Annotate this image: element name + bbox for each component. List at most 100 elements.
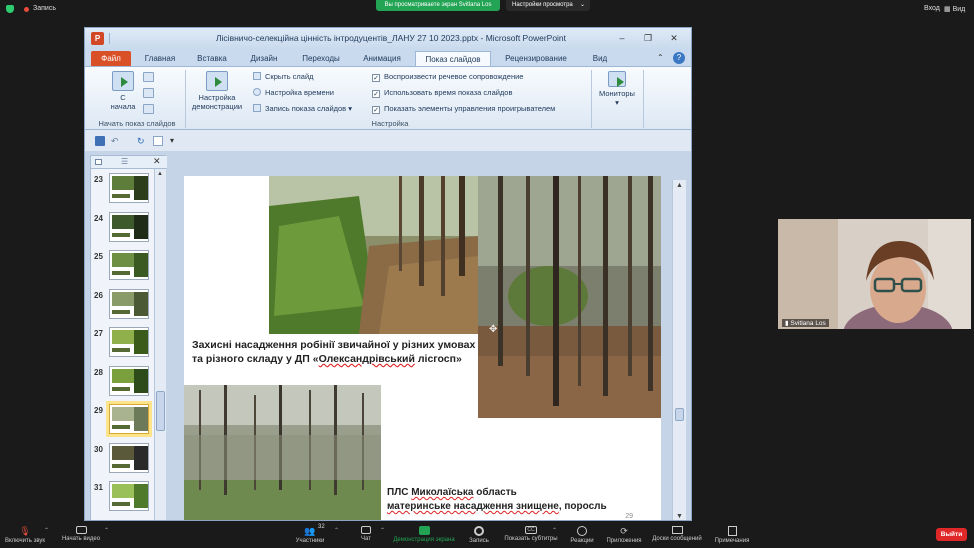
apps-button[interactable]: ⟳ Приложения bbox=[604, 522, 644, 548]
play-narrations-checkbox[interactable]: ✓ Воспроизвести речевое сопровождение bbox=[372, 72, 523, 82]
maximize-icon[interactable]: ❐ bbox=[641, 32, 655, 44]
slide-thumbnail[interactable] bbox=[109, 442, 149, 473]
scroll-thumb[interactable] bbox=[675, 408, 684, 421]
login-button[interactable]: Вход bbox=[924, 5, 940, 12]
collapse-ribbon-icon[interactable]: ⌃ bbox=[657, 53, 664, 62]
slide-thumbnail[interactable] bbox=[109, 327, 149, 357]
captions-button[interactable]: CC Показать субтитры bbox=[500, 522, 562, 548]
slides-tab-icon[interactable] bbox=[95, 159, 102, 165]
scroll-down-icon[interactable]: ▼ bbox=[676, 513, 683, 520]
notes-button[interactable]: Примечания bbox=[712, 522, 752, 548]
thumbnail-number: 30 bbox=[94, 444, 103, 454]
monitors-button[interactable]: Мониторы ▾ bbox=[593, 71, 641, 107]
view-button-label: Вид bbox=[952, 6, 966, 13]
leave-button[interactable]: Выйти bbox=[936, 528, 967, 541]
tab-home[interactable]: Главная bbox=[139, 51, 181, 66]
tab-insert[interactable]: Вставка bbox=[191, 51, 233, 66]
thumbnail-number: 26 bbox=[94, 290, 103, 300]
audio-options-chevron-icon[interactable]: ⌃ bbox=[44, 527, 49, 534]
share-screen-button[interactable]: Демонстрация экрана bbox=[390, 522, 458, 548]
participant-video-tile[interactable]: ▮ Svitlana Los bbox=[778, 219, 971, 329]
scroll-thumb[interactable] bbox=[156, 391, 165, 431]
setup-show-button[interactable]: Настройка демонстрации bbox=[187, 71, 247, 111]
tab-design[interactable]: Дизайн bbox=[243, 51, 285, 66]
thumbnail-number: 23 bbox=[94, 175, 103, 184]
title-bar: P Лісівничо-селекційна цінність інтродуц… bbox=[85, 28, 691, 49]
thumbnail-scrollbar[interactable]: ▲ bbox=[154, 169, 166, 520]
view-button[interactable]: ▦ Вид bbox=[944, 5, 965, 13]
panel-header: ☰ ✕ bbox=[91, 156, 167, 169]
tab-slide-show[interactable]: Показ слайдов bbox=[415, 51, 491, 66]
repeat-icon[interactable]: ↻ bbox=[137, 136, 147, 146]
video-off-icon bbox=[75, 526, 87, 534]
slide-thumbnail[interactable] bbox=[109, 404, 149, 434]
slide-canvas[interactable]: Захисні насадження робінії звичайної у р… bbox=[184, 176, 661, 520]
unmute-label: Включить звук bbox=[4, 538, 45, 544]
hide-slide-button[interactable]: Скрыть слайд bbox=[253, 72, 314, 81]
tab-animations[interactable]: Анимация bbox=[355, 51, 409, 66]
caption-mykolaiv-line1-pre: ПЛС bbox=[387, 487, 412, 498]
from-current-slide-icon[interactable] bbox=[143, 72, 154, 82]
from-beginning-button[interactable]: С начала bbox=[103, 71, 143, 111]
captions-chevron-icon[interactable]: ⌃ bbox=[552, 527, 557, 534]
thumbnail-text bbox=[112, 502, 130, 506]
scroll-up-icon[interactable]: ▲ bbox=[676, 182, 683, 189]
whiteboards-button[interactable]: Доски сообщений bbox=[650, 522, 704, 548]
record-button[interactable]: Запись bbox=[464, 522, 494, 548]
participants-icon: 👥 bbox=[304, 526, 316, 536]
recording-dot-icon bbox=[24, 7, 29, 12]
share-screen-label: Демонстрация экрана bbox=[393, 537, 455, 543]
tab-transitions[interactable]: Переходы bbox=[295, 51, 347, 66]
powerpoint-logo-icon[interactable]: P bbox=[91, 32, 104, 45]
save-icon[interactable] bbox=[95, 136, 105, 146]
close-panel-icon[interactable]: ✕ bbox=[153, 156, 161, 167]
divider bbox=[643, 70, 644, 128]
outline-tab-icon[interactable]: ☰ bbox=[121, 157, 128, 166]
slide-thumbnail[interactable] bbox=[109, 211, 149, 242]
participants-chevron-icon[interactable]: ⌃ bbox=[334, 527, 339, 534]
slide-thumbnail[interactable] bbox=[109, 481, 149, 511]
use-timings-checkbox[interactable]: ✓ Использовать время показа слайдов bbox=[372, 88, 512, 98]
rehearse-timings-button[interactable]: Настройка времени bbox=[253, 88, 334, 97]
zoom-toolbar: 🎙 Включить звук ⌃ Начать видео ⌃ 👥 Участ… bbox=[0, 522, 974, 548]
notes-label: Примечания bbox=[714, 538, 750, 544]
broadcast-icon[interactable] bbox=[143, 88, 154, 98]
customize-toolbar-icon[interactable]: ▾ bbox=[170, 136, 180, 146]
caption-robinia-underlined: Олександрівський bbox=[318, 353, 415, 365]
record-show-label: Запись показа слайдов bbox=[265, 104, 347, 113]
new-document-icon[interactable] bbox=[153, 136, 163, 146]
slide-thumbnail[interactable] bbox=[109, 365, 149, 396]
record-show-button[interactable]: Запись показа слайдов ▾ bbox=[253, 104, 352, 113]
view-options-dropdown[interactable]: Настройки просмотра ⌄ bbox=[506, 0, 590, 11]
scroll-up-icon[interactable]: ▲ bbox=[157, 171, 163, 177]
show-media-controls-checkbox[interactable]: ✓ Показать элементы управления проигрыват… bbox=[372, 104, 555, 114]
video-options-chevron-icon[interactable]: ⌃ bbox=[104, 527, 109, 534]
quick-access-toolbar: ↶ ↻ ▾ bbox=[85, 131, 691, 151]
custom-show-icon[interactable] bbox=[143, 104, 154, 114]
unmute-button[interactable]: 🎙 Включить звук bbox=[4, 522, 46, 548]
slide-thumbnail[interactable] bbox=[109, 250, 149, 280]
start-video-button[interactable]: Начать видео bbox=[58, 522, 104, 548]
undo-icon[interactable]: ↶ bbox=[111, 136, 121, 146]
tab-view[interactable]: Вид bbox=[585, 51, 615, 66]
slide-thumbnail[interactable] bbox=[109, 173, 149, 203]
encryption-shield-icon[interactable] bbox=[6, 5, 14, 13]
checkmark-icon: ✓ bbox=[372, 74, 380, 82]
thumbnail-number: 25 bbox=[94, 252, 103, 261]
slide-scrollbar[interactable]: ▲ ▼ bbox=[672, 180, 686, 520]
close-icon[interactable]: ✕ bbox=[667, 32, 681, 44]
chat-chevron-icon[interactable]: ⌃ bbox=[380, 527, 385, 534]
bare-shrub-photo bbox=[184, 385, 381, 520]
start-group-label: Начать показ слайдов bbox=[98, 119, 176, 128]
slide-thumbnail[interactable] bbox=[109, 288, 149, 319]
tab-file[interactable]: Файл bbox=[91, 51, 131, 66]
thumbnail-number: 31 bbox=[94, 483, 103, 492]
chat-button[interactable]: Чат bbox=[352, 522, 380, 548]
help-icon[interactable]: ? bbox=[673, 52, 685, 64]
thumbnail-text bbox=[112, 386, 130, 391]
minimize-icon[interactable]: – bbox=[615, 32, 629, 44]
thumbnail-image bbox=[134, 407, 148, 431]
divider bbox=[185, 70, 186, 128]
reactions-button[interactable]: Реакции bbox=[568, 522, 596, 548]
tab-review[interactable]: Рецензирование bbox=[497, 51, 575, 66]
